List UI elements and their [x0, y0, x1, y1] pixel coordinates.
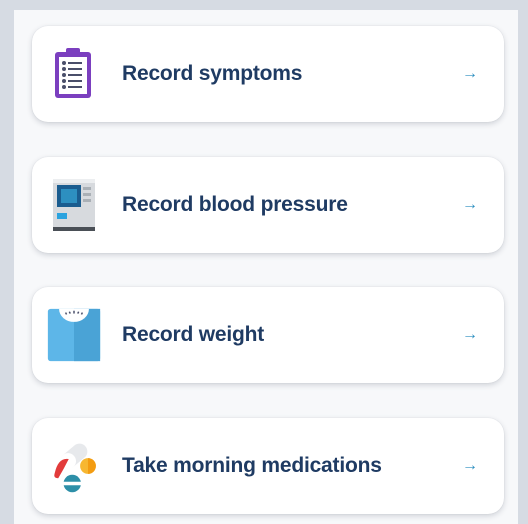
weight-scale-icon [46, 307, 102, 363]
task-list: Record symptoms → Record blood pressure … [14, 10, 518, 524]
clipboard-icon [46, 46, 102, 102]
arrow-right-icon: → [462, 457, 478, 474]
task-label: Take morning medications [122, 454, 382, 477]
arrow-right-icon: → [462, 65, 478, 82]
task-card-record-blood-pressure[interactable]: Record blood pressure → [32, 157, 504, 253]
task-card-record-weight[interactable]: Record weight → [32, 287, 504, 383]
arrow-right-icon: → [462, 326, 478, 343]
task-card-take-morning-medications[interactable]: Take morning medications → [32, 418, 504, 514]
pills-icon [46, 438, 102, 494]
blood-pressure-monitor-icon [46, 177, 102, 233]
task-label: Record symptoms [122, 62, 303, 85]
task-label: Record weight [122, 323, 265, 346]
arrow-right-icon: → [462, 196, 478, 213]
task-card-record-symptoms[interactable]: Record symptoms → [32, 26, 504, 122]
task-label: Record blood pressure [122, 193, 348, 216]
